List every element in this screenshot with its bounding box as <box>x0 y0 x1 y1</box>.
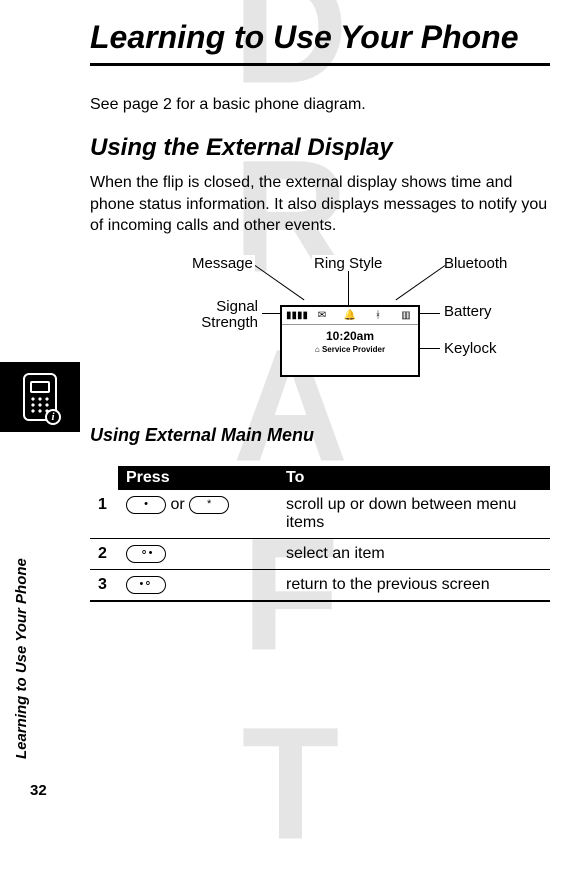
section-body: When the flip is closed, the external di… <box>90 172 550 237</box>
phone-external-display: ▮▮▮▮ ✉ 🔔 ᚼ ▥ 10:20am ⌂ Service Provider <box>280 305 420 377</box>
intro-paragraph: See page 2 for a basic phone diagram. <box>90 96 550 114</box>
bluetooth-icon: ᚼ <box>370 310 386 321</box>
label-keylock: Keylock <box>442 340 499 357</box>
step-number: 1 <box>90 490 118 539</box>
table-row: 3 •⚬ return to the previous screen <box>90 570 550 602</box>
status-bar: ▮▮▮▮ ✉ 🔔 ᚼ ▥ <box>282 307 418 325</box>
to-cell: scroll up or down between menu items <box>278 490 550 539</box>
message-icon: ✉ <box>314 310 330 321</box>
section-title: Using the External Display <box>90 134 550 162</box>
step-number: 3 <box>90 570 118 602</box>
table-row: 2 ⚬• select an item <box>90 538 550 569</box>
chapter-title: Learning to Use Your Phone <box>90 20 550 55</box>
table-header-blank <box>90 466 118 490</box>
ring-style-icon: 🔔 <box>342 310 358 321</box>
to-cell: select an item <box>278 538 550 569</box>
page-content: Learning to Use Your Phone See page 2 fo… <box>0 0 580 819</box>
key-icon: * <box>189 496 229 514</box>
table-row: 1 • or * scroll up or down between menu … <box>90 490 550 539</box>
key-icon: • <box>126 496 166 514</box>
key-icon: ⚬• <box>126 545 166 563</box>
battery-icon: ▥ <box>398 310 414 321</box>
provider-text: Service Provider <box>322 345 385 354</box>
press-cell: •⚬ <box>118 570 278 602</box>
table-header-to: To <box>278 466 550 490</box>
chapter-rule <box>90 63 550 66</box>
label-battery: Battery <box>442 303 494 320</box>
table-header-press: Press <box>118 466 278 490</box>
key-join: or <box>170 496 189 513</box>
label-bluetooth: Bluetooth <box>442 255 509 272</box>
signal-icon: ▮▮▮▮ <box>286 310 302 321</box>
label-signal-strength: Signal Strength <box>190 299 260 332</box>
press-cell: ⚬• <box>118 538 278 569</box>
step-number: 2 <box>90 538 118 569</box>
display-provider: ⌂ Service Provider <box>282 343 418 354</box>
keylock-icon: ⌂ <box>315 345 320 354</box>
display-time: 10:20am <box>282 325 418 343</box>
to-cell: return to the previous screen <box>278 570 550 602</box>
label-ring-style: Ring Style <box>312 255 384 272</box>
press-to-table: Press To 1 • or * scroll up or down betw… <box>90 466 550 602</box>
label-message: Message <box>190 255 255 272</box>
external-display-diagram: Message Ring Style Bluetooth Signal Stre… <box>90 255 550 395</box>
subsection-title: Using External Main Menu <box>90 425 550 446</box>
press-cell: • or * <box>118 490 278 539</box>
key-icon: •⚬ <box>126 576 166 594</box>
